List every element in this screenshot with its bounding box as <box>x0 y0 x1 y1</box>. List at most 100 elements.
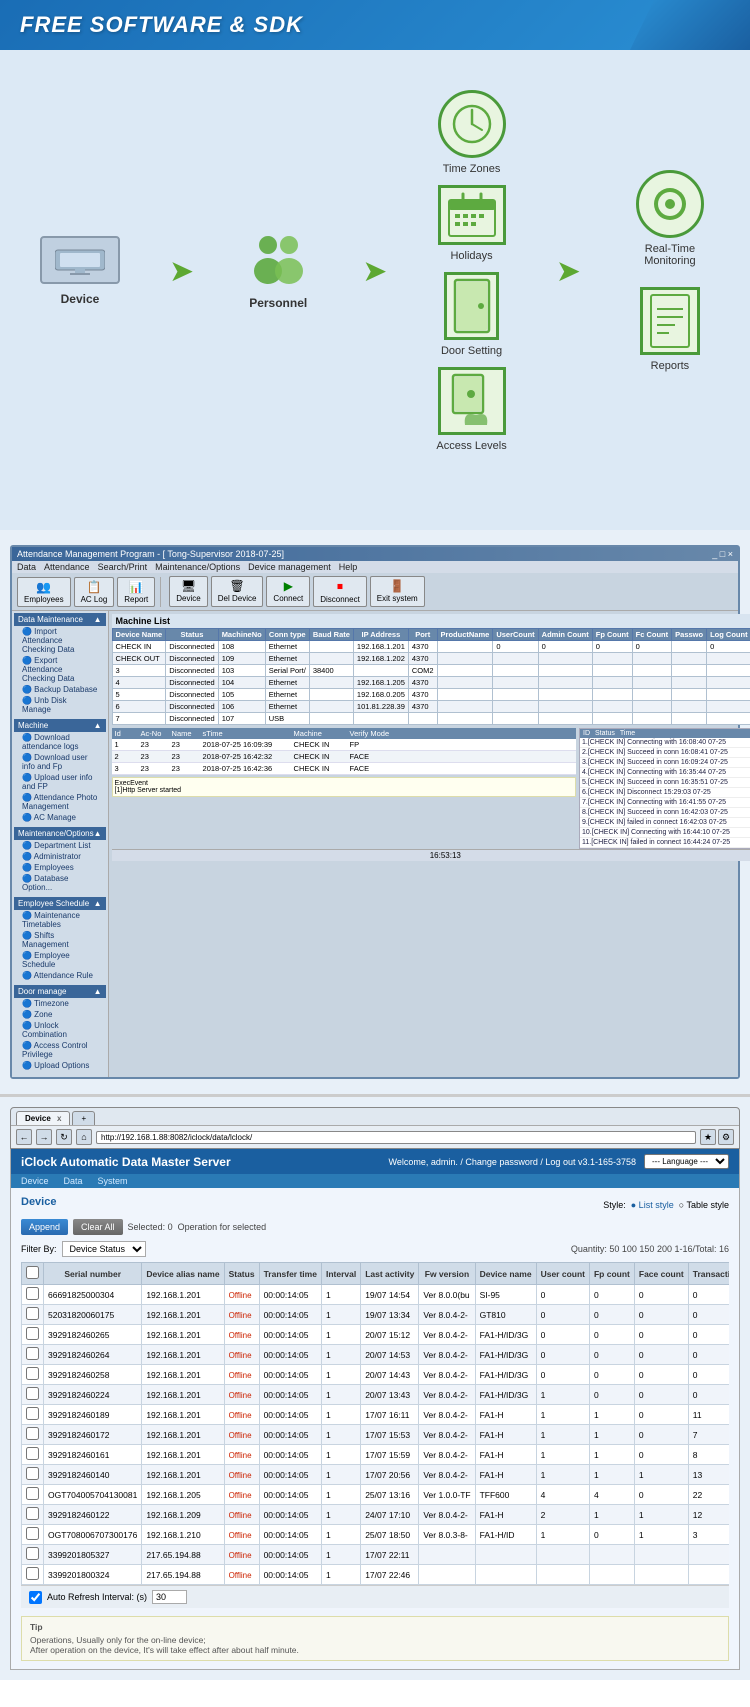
eh-time: sTime <box>203 729 293 738</box>
toolbar-connect[interactable]: ▶Connect <box>266 576 310 607</box>
sidebar-unlock[interactable]: 🔵 Unlock Combination <box>14 1020 106 1040</box>
row-checkbox[interactable] <box>26 1327 39 1340</box>
log-status: Status <box>595 730 615 737</box>
toolbar-employees[interactable]: 👥Employees <box>17 577 71 607</box>
sidebar-header-data[interactable]: Data Maintenance ▲ <box>14 613 106 626</box>
sidebar-download-user[interactable]: 🔵 Download user info and Fp <box>14 752 106 772</box>
device-table-row: 3399201805327217.65.194.88Offline00:00:1… <box>22 1545 730 1565</box>
sidebar-header-machine[interactable]: Machine ▲ <box>14 719 106 732</box>
refresh-interval-input[interactable] <box>152 1590 187 1604</box>
auto-refresh-bar: Auto Refresh Interval: (s) <box>21 1585 729 1608</box>
log-id: ID <box>583 730 590 737</box>
nav-bookmark[interactable]: ★ <box>700 1129 716 1145</box>
col-log: Log Count <box>707 629 750 641</box>
sidebar-emp-sched[interactable]: 🔵 Employee Schedule <box>14 950 106 970</box>
browser-nav: ← → ↻ ⌂ ★ ⚙ <box>11 1125 739 1148</box>
col-serial: Serial number <box>44 1263 142 1285</box>
row-checkbox[interactable] <box>26 1407 39 1420</box>
personnel-icon <box>243 233 313 288</box>
toolbar-aclog[interactable]: 📋AC Log <box>74 577 115 607</box>
sidebar-download-logs[interactable]: 🔵 Download attendance logs <box>14 732 106 752</box>
toolbar-exit[interactable]: 🚪Exit system <box>370 576 425 607</box>
status-bar: 16:53:13 <box>112 849 750 861</box>
sidebar-header-door[interactable]: Door manage ▲ <box>14 985 106 998</box>
nav-home[interactable]: ⌂ <box>76 1129 92 1145</box>
browser-tab-new[interactable]: + <box>72 1111 95 1125</box>
nav-data[interactable]: Data <box>64 1176 83 1186</box>
welcome-text: Welcome, admin. / Change password / Log … <box>389 1157 636 1167</box>
menu-data[interactable]: Data <box>17 562 36 572</box>
toolbar-report[interactable]: 📊Report <box>117 577 155 607</box>
sidebar-admin[interactable]: 🔵 Administrator <box>14 851 106 862</box>
row-checkbox[interactable] <box>26 1527 39 1540</box>
nav-back[interactable]: ← <box>16 1129 32 1145</box>
tab-close[interactable]: x <box>57 1114 61 1123</box>
auto-refresh-check[interactable] <box>29 1591 42 1604</box>
sidebar-header-maintenance[interactable]: Maintenance/Options ▲ <box>14 827 106 840</box>
browser-tab-device[interactable]: Device x <box>16 1111 70 1125</box>
select-all-check[interactable] <box>26 1266 39 1279</box>
iclock-section: Device x + ← → ↻ ⌂ ★ ⚙ iClock Automatic … <box>0 1094 750 1680</box>
row-checkbox[interactable] <box>26 1427 39 1440</box>
menu-search[interactable]: Search/Print <box>98 562 148 572</box>
device-item: Device <box>40 236 120 306</box>
language-select[interactable]: --- Language --- <box>644 1154 729 1169</box>
sidebar-import[interactable]: 🔵 Import Attendance Checking Data <box>14 626 106 655</box>
row-checkbox[interactable] <box>26 1507 39 1520</box>
app-window: Attendance Management Program - [ Tong-S… <box>10 545 740 1079</box>
row-checkbox[interactable] <box>26 1367 39 1380</box>
sidebar-timetable[interactable]: 🔵 Maintenance Timetables <box>14 910 106 930</box>
sidebar-shifts[interactable]: 🔵 Shifts Management <box>14 930 106 950</box>
sidebar-dept[interactable]: 🔵 Department List <box>14 840 106 851</box>
sidebar-db[interactable]: 🔵 Database Option... <box>14 873 106 893</box>
row-checkbox[interactable] <box>26 1547 39 1560</box>
menu-help[interactable]: Help <box>339 562 358 572</box>
row-checkbox[interactable] <box>26 1287 39 1300</box>
sidebar-export[interactable]: 🔵 Export Attendance Checking Data <box>14 655 106 684</box>
list-style-btn[interactable]: ● List style <box>631 1200 674 1210</box>
row-checkbox[interactable] <box>26 1487 39 1500</box>
row-checkbox[interactable] <box>26 1447 39 1460</box>
nav-settings[interactable]: ⚙ <box>718 1129 734 1145</box>
device-table-row: 3929182460172192.168.1.201Offline00:00:1… <box>22 1425 730 1445</box>
event-rows: 123232018-07-25 16:09:39CHECK INFP223232… <box>112 739 576 775</box>
nav-device[interactable]: Device <box>21 1176 49 1186</box>
nav-refresh[interactable]: ↻ <box>56 1129 72 1145</box>
row-checkbox[interactable] <box>26 1467 39 1480</box>
row-checkbox[interactable] <box>26 1347 39 1360</box>
row-checkbox[interactable] <box>26 1567 39 1580</box>
sidebar-upload-opt[interactable]: 🔵 Upload Options <box>14 1060 106 1071</box>
row-checkbox[interactable] <box>26 1307 39 1320</box>
menu-attendance[interactable]: Attendance <box>44 562 90 572</box>
row-checkbox[interactable] <box>26 1387 39 1400</box>
sidebar-employees[interactable]: 🔵 Employees <box>14 862 106 873</box>
sidebar-zone[interactable]: 🔵 Zone <box>14 1009 106 1020</box>
sidebar-timezone[interactable]: 🔵 Timezone <box>14 998 106 1009</box>
toolbar-disconnect[interactable]: ⏹Disconnect <box>313 576 367 607</box>
append-btn[interactable]: Append <box>21 1219 68 1235</box>
toolbar-device[interactable]: 🖥Device <box>169 576 207 607</box>
browser-tabs: Device x + <box>11 1108 739 1125</box>
toolbar-del-device[interactable]: 🗑Del Device <box>211 576 264 607</box>
sidebar-door: Door manage ▲ 🔵 Timezone 🔵 Zone 🔵 Unlock… <box>14 985 106 1071</box>
offline-badge: Offline <box>229 1431 252 1440</box>
device-table-row: OGT704005704130081192.168.1.205Offline00… <box>22 1485 730 1505</box>
sidebar-header-schedule[interactable]: Employee Schedule ▲ <box>14 897 106 910</box>
sidebar-attendance-rule[interactable]: 🔵 Attendance Rule <box>14 970 106 981</box>
url-bar[interactable] <box>96 1131 696 1144</box>
filter-select[interactable]: Device Status <box>62 1241 146 1257</box>
nav-forward[interactable]: → <box>36 1129 52 1145</box>
sidebar-ac[interactable]: 🔵 AC Manage <box>14 812 106 823</box>
sidebar-upload-user[interactable]: 🔵 Upload user info and FP <box>14 772 106 792</box>
table-style-btn[interactable]: ○ Table style <box>679 1200 729 1210</box>
door-setting-icon <box>444 272 499 340</box>
sidebar-backup[interactable]: 🔵 Backup Database <box>14 684 106 695</box>
clear-all-btn[interactable]: Clear All <box>73 1219 123 1235</box>
sidebar-access-priv[interactable]: 🔵 Access Control Privilege <box>14 1040 106 1060</box>
menu-maintenance[interactable]: Maintenance/Options <box>155 562 240 572</box>
nav-system[interactable]: System <box>98 1176 128 1186</box>
door-setting-item: Door Setting <box>441 272 502 357</box>
sidebar-photo[interactable]: 🔵 Attendance Photo Management <box>14 792 106 812</box>
sidebar-unb[interactable]: 🔵 Unb Disk Manage <box>14 695 106 715</box>
menu-device[interactable]: Device management <box>248 562 331 572</box>
